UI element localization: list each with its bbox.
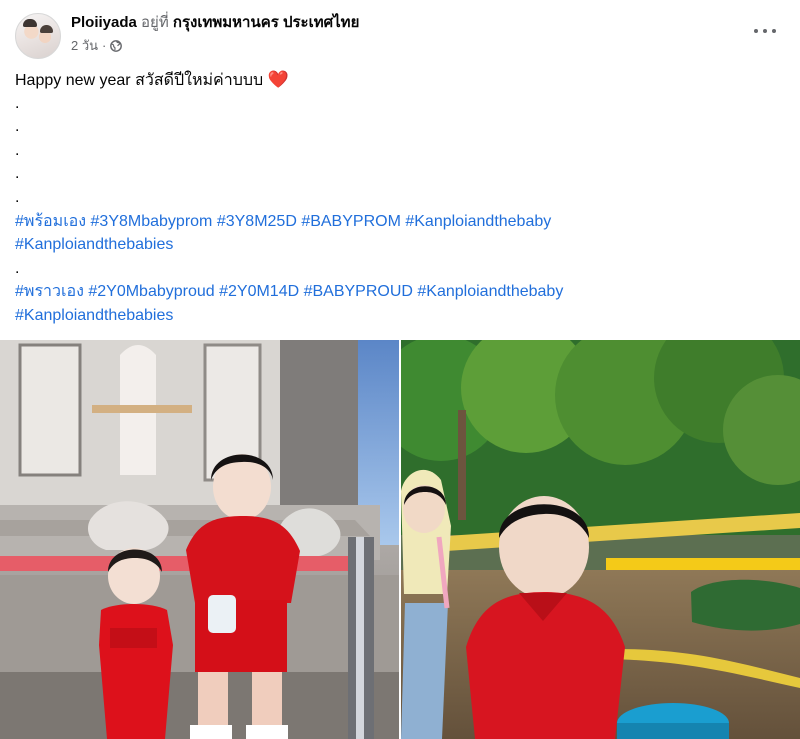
hashtags-block-1-line-1[interactable]: #พร้อมเอง #3Y8Mbabyprom #3Y8M25D #BABYPR…	[15, 210, 785, 234]
dot-line-5: .	[15, 188, 20, 206]
hashtags-block-2-line-2[interactable]: #Kanploiandthebabies	[15, 304, 785, 328]
more-dot-3	[772, 29, 776, 33]
post-message: Happy new year สวัสดีปีใหม่ค่าบบบ ❤️ . .…	[15, 68, 785, 328]
photo-temple-children[interactable]	[0, 340, 399, 739]
facebook-post: Ploiiyada อยู่ที่ กรุงเทพมหานคร ประเทศไท…	[0, 0, 800, 739]
location-name[interactable]: กรุงเทพมหานคร ประเทศไทย	[173, 14, 359, 31]
separator-line: .	[15, 259, 20, 277]
meta-separator: ·	[102, 38, 107, 53]
more-dot-1	[754, 29, 758, 33]
greeting-text: Happy new year สวัสดีปีใหม่ค่าบบบ	[15, 72, 264, 89]
location-prefix: อยู่ที่	[141, 14, 169, 31]
hashtags-block-1-line-2[interactable]: #Kanploiandthebabies	[15, 233, 785, 257]
more-dot-2	[763, 29, 767, 33]
globe-icon[interactable]	[110, 40, 123, 52]
post-time[interactable]: 2 วัน	[71, 38, 98, 54]
post-meta: 2 วัน ·	[71, 38, 123, 54]
dot-line-2: .	[15, 118, 20, 136]
hashtags-block-2-line-1[interactable]: #พราวเอง #2Y0Mbabyproud #2Y0M14D #BABYPR…	[15, 280, 785, 304]
author-name[interactable]: Ploiiyada	[71, 14, 137, 31]
dot-line-1: .	[15, 94, 20, 112]
author-avatar[interactable]	[15, 13, 61, 59]
post-photos	[0, 340, 800, 739]
heart-emoji: ❤️	[267, 70, 289, 89]
message-line-1: Happy new year สวัสดีปีใหม่ค่าบบบ ❤️	[15, 68, 785, 92]
post-header: Ploiiyada อยู่ที่ กรุงเทพมหานคร ประเทศไท…	[0, 0, 800, 62]
dot-line-4: .	[15, 165, 20, 183]
photo-boy-riverside[interactable]	[401, 340, 800, 739]
dot-line-3: .	[15, 141, 20, 159]
more-options-icon[interactable]	[754, 26, 776, 36]
author-line: Ploiiyada อยู่ที่ กรุงเทพมหานคร ประเทศไท…	[71, 13, 359, 33]
